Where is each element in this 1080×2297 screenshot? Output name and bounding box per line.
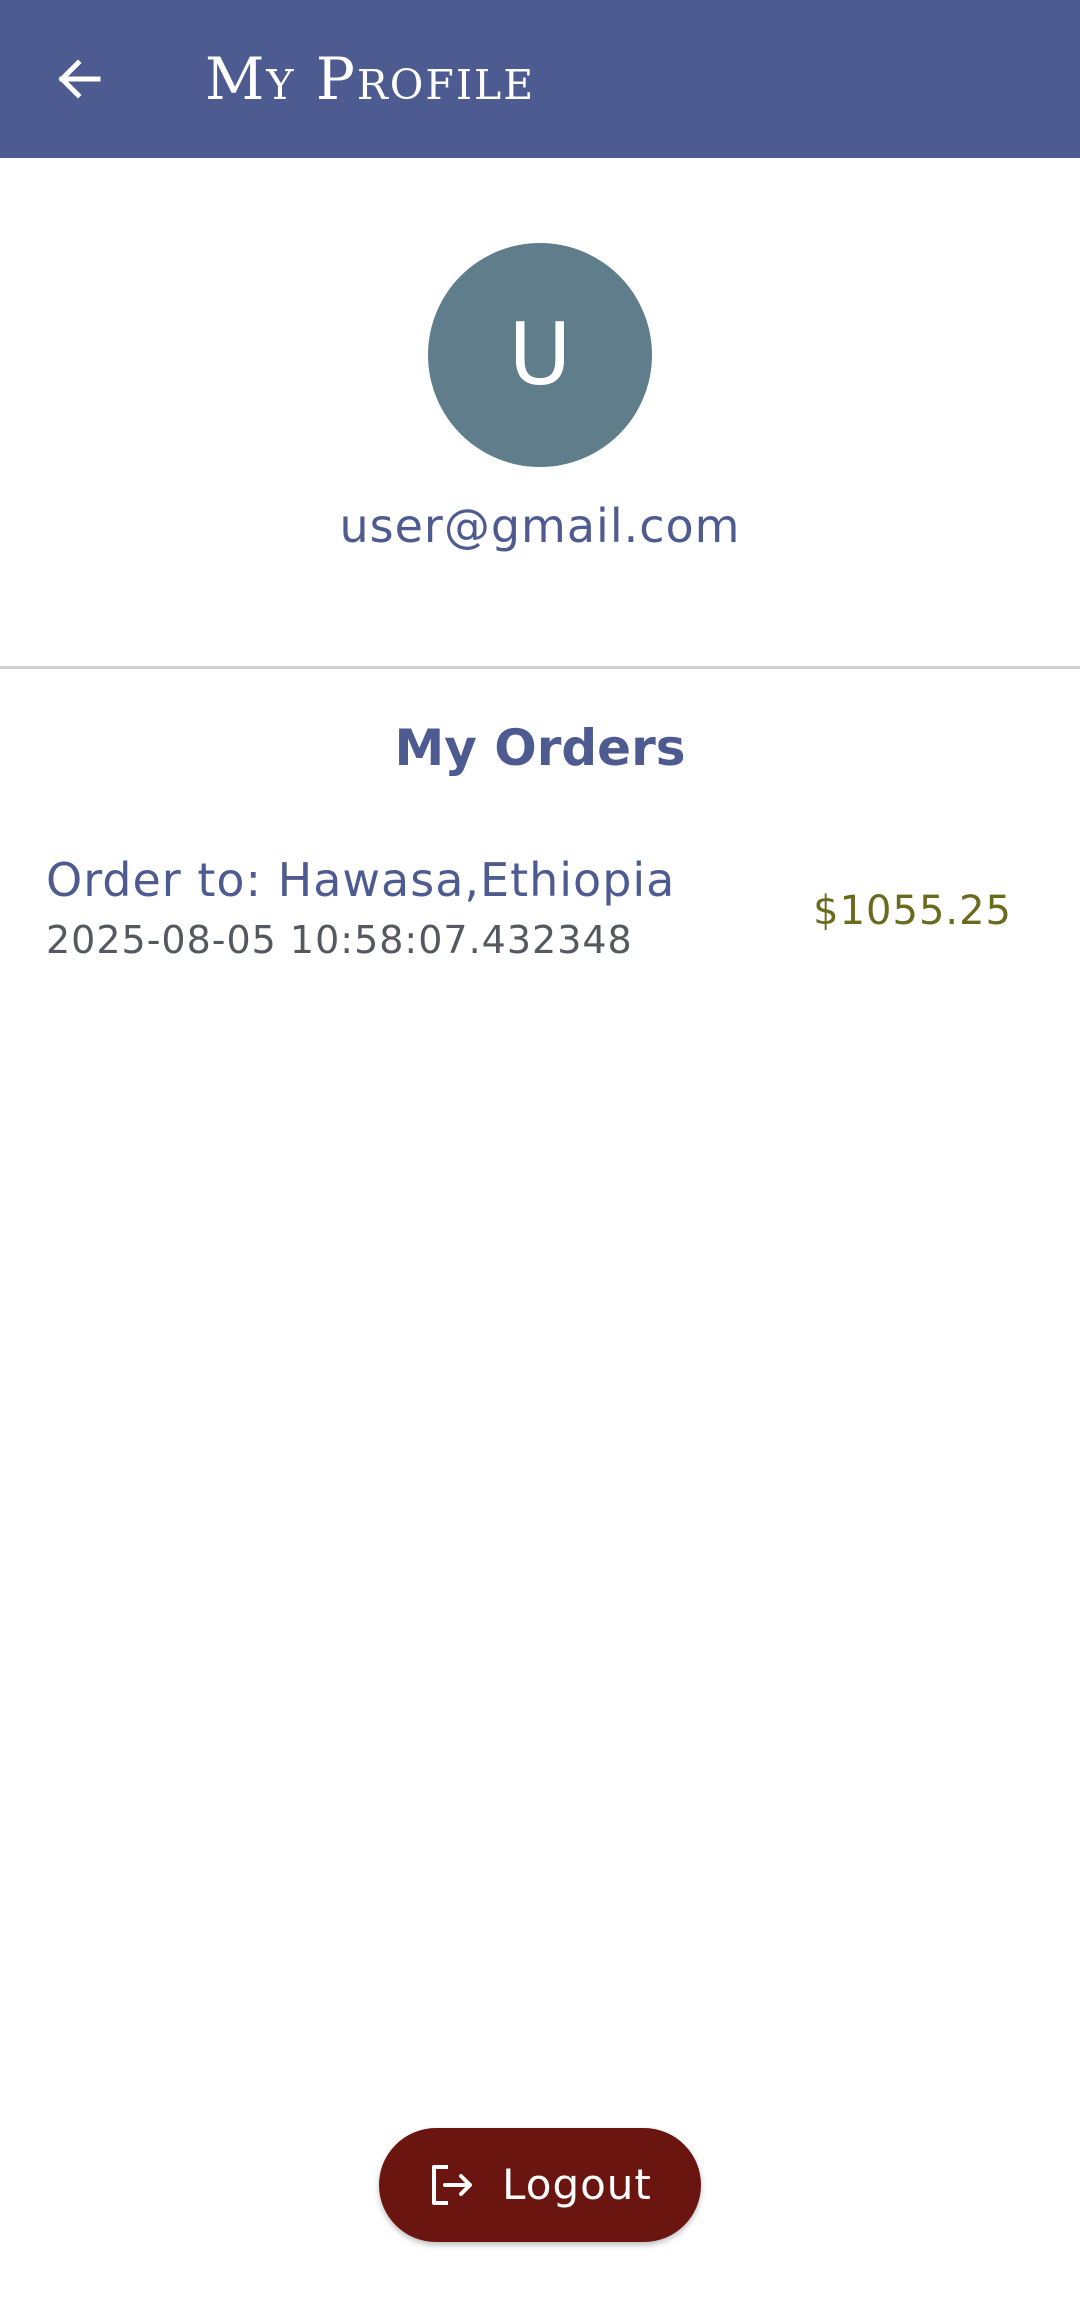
order-destination: Order to: Hawasa,Ethiopia	[46, 853, 676, 907]
avatar: U	[428, 243, 652, 467]
logout-button[interactable]: Logout	[379, 2128, 701, 2242]
app-bar: My Profile	[0, 0, 1080, 158]
logout-label: Logout	[502, 2160, 652, 2209]
logout-icon	[428, 2161, 476, 2209]
user-email: user@gmail.com	[339, 499, 741, 553]
back-button[interactable]	[38, 38, 120, 120]
orders-section-title: My Orders	[394, 719, 686, 777]
avatar-letter: U	[508, 305, 572, 405]
order-datetime: 2025-08-05 10:58:07.432348	[46, 918, 633, 962]
page-title: My Profile	[205, 45, 536, 113]
order-price: $1055.25	[813, 888, 1012, 934]
divider	[0, 666, 1080, 669]
order-list-item[interactable]: Order to: Hawasa,Ethiopia 2025-08-05 10:…	[0, 840, 1080, 980]
arrow-left-icon	[58, 59, 101, 99]
